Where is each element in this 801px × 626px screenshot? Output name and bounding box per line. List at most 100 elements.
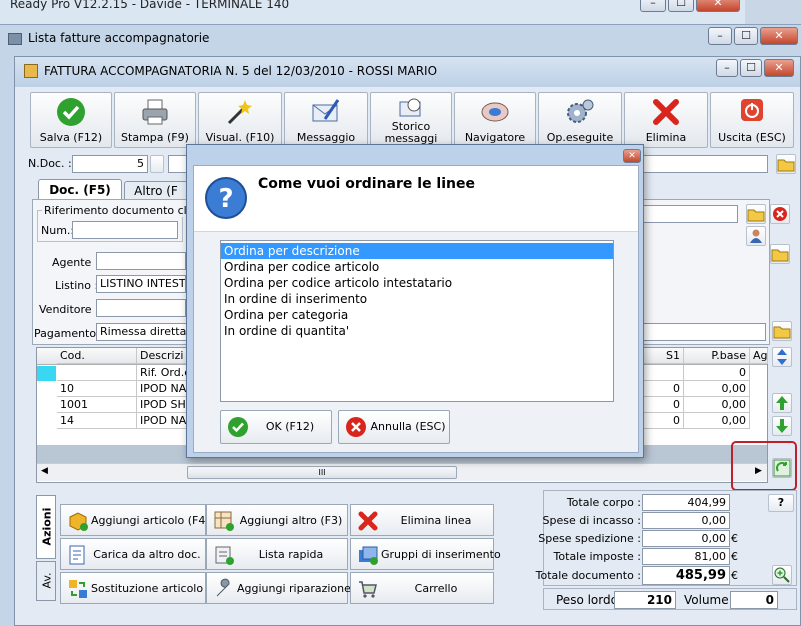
invoice-minimize-button[interactable]: –	[716, 59, 738, 77]
add-other-icon	[214, 511, 234, 531]
volume-value: 0	[730, 591, 778, 609]
table-row-3-cod[interactable]: 14	[57, 413, 137, 429]
table-row-0-pbase[interactable]: 0	[684, 365, 750, 381]
exit-button[interactable]: Uscita (ESC)	[710, 92, 794, 148]
move-down-button[interactable]	[772, 416, 792, 436]
message-button[interactable]: Messaggio	[284, 92, 368, 148]
compass-icon	[481, 102, 509, 122]
invoice-maximize-button[interactable]: ☐	[740, 59, 762, 77]
dialog-cancel-button[interactable]: Annulla (ESC)	[338, 410, 450, 444]
collection-fees-value[interactable]: 0,00	[642, 512, 730, 529]
riferimento-folder-button[interactable]	[746, 204, 766, 224]
grid-header-s1[interactable]: S1	[640, 348, 684, 364]
table-row-2-cod[interactable]: 1001	[57, 397, 137, 413]
insert-groups-button[interactable]: Gruppi di inserimento	[350, 538, 501, 570]
app-minimize-button[interactable]: –	[640, 0, 666, 12]
sort-option-quantity[interactable]: In ordine di quantita'	[221, 323, 613, 339]
move-up-button[interactable]	[772, 393, 792, 413]
table-row-3-s1[interactable]: 0	[640, 413, 684, 429]
dialog-close-button[interactable]: ✕	[623, 149, 641, 163]
message-history-button[interactable]: Storico messaggi	[370, 92, 452, 148]
num-field[interactable]	[72, 221, 178, 239]
delete-line-button[interactable]: Elimina linea	[350, 504, 494, 536]
add-article-button[interactable]: Aggiungi articolo (F4)	[60, 504, 210, 536]
riferimento-right-field[interactable]	[642, 205, 738, 223]
load-from-doc-button[interactable]: Carica da altro doc.	[60, 538, 206, 570]
grid-header-pbase[interactable]: P.base	[684, 348, 750, 364]
scroll-left-arrow[interactable]: ◀	[41, 466, 48, 476]
volume-label: Volume :	[684, 593, 737, 607]
grid-scroll-thumb[interactable]: III	[187, 466, 457, 479]
shipping-fees-value[interactable]: 0,00	[642, 530, 730, 547]
table-row-2-pbase[interactable]: 0,00	[684, 397, 750, 413]
cart-button[interactable]: Carrello	[350, 572, 494, 604]
ndoc-right-field[interactable]	[642, 155, 768, 173]
reorder-lines-button[interactable]	[772, 458, 792, 478]
sort-option-description[interactable]: Ordina per descrizione	[221, 243, 613, 259]
table-row-0-s1[interactable]	[640, 365, 684, 381]
totals-zoom-button[interactable]	[772, 565, 792, 585]
tab-av[interactable]: Av.	[36, 561, 56, 601]
listino-field[interactable]: LISTINO INTESTA	[96, 275, 186, 293]
header-folder-button[interactable]	[776, 154, 796, 174]
table-row-1-pbase[interactable]: 0,00	[684, 381, 750, 397]
table-row-0-cod[interactable]	[57, 365, 137, 381]
table-row-1-cod[interactable]: 10	[57, 381, 137, 397]
grid-header-ag[interactable]: Ag	[750, 348, 768, 364]
sort-option-holder-article-code[interactable]: Ordina per codice articolo intestatario	[221, 275, 613, 291]
grid-header-descr[interactable]: Descrizi	[137, 348, 187, 364]
list-close-button[interactable]: ✕	[760, 27, 798, 45]
ndoc-field[interactable]: 5	[72, 155, 148, 173]
list-minimize-button[interactable]: –	[708, 27, 732, 45]
preview-button[interactable]: Visual. (F10)	[198, 92, 282, 148]
table-row-3-pbase[interactable]: 0,00	[684, 413, 750, 429]
quick-list-icon	[215, 546, 234, 565]
replace-article-button[interactable]: Sostituzione articolo	[60, 572, 206, 604]
table-row-1-descr[interactable]: IPOD NA	[137, 381, 187, 397]
pagamento-folder-button[interactable]	[772, 321, 792, 341]
tab-doc[interactable]: Doc. (F5)	[38, 179, 122, 200]
sort-option-article-code[interactable]: Ordina per codice articolo	[221, 259, 613, 275]
app-close-button[interactable]: ✕	[696, 0, 740, 12]
riferimento-clear-button[interactable]	[770, 204, 790, 224]
sort-option-insertion-order[interactable]: In ordine di inserimento	[221, 291, 613, 307]
operations-button[interactable]: Op.eseguite	[538, 92, 622, 148]
sort-option-category[interactable]: Ordina per categoria	[221, 307, 613, 323]
tab-azioni[interactable]: Azioni	[36, 495, 56, 559]
sort-lines-button[interactable]	[772, 347, 792, 367]
tab-altro[interactable]: Altro (F	[124, 181, 188, 200]
num-label: Num.:	[41, 224, 75, 237]
agente-field[interactable]	[96, 252, 186, 270]
folder-icon	[773, 326, 791, 339]
grid-hscrollbar[interactable]: ◀ III ▶	[37, 463, 767, 481]
sort-options-list[interactable]: Ordina per descrizione Ordina per codice…	[220, 240, 614, 402]
ndoc-stepper[interactable]	[150, 155, 164, 173]
app-maximize-button[interactable]: ☐	[668, 0, 694, 12]
taxes-currency: €	[731, 550, 738, 563]
table-row-2-descr[interactable]: IPOD SH	[137, 397, 187, 413]
agente-folder-button[interactable]	[770, 244, 790, 264]
ndoc-extra-field[interactable]	[168, 155, 188, 173]
table-row-0-descr[interactable]: Rif. Ord.c	[137, 365, 187, 381]
folder-icon	[777, 159, 795, 172]
add-repair-button[interactable]: Aggiungi riparazione	[206, 572, 351, 604]
grid-header-cod[interactable]: Cod.	[57, 348, 137, 364]
table-row-3-descr[interactable]: IPOD NA	[137, 413, 187, 429]
list-maximize-button[interactable]: ☐	[734, 27, 758, 45]
customer-card-button[interactable]	[746, 226, 766, 246]
add-other-button[interactable]: Aggiungi altro (F3)	[206, 504, 348, 536]
ok-check-icon	[228, 417, 248, 437]
delete-button[interactable]: Elimina	[624, 92, 708, 148]
add-repair-label: Aggiungi riparazione	[237, 582, 351, 595]
quick-list-button[interactable]: Lista rapida	[206, 538, 348, 570]
print-button[interactable]: Stampa (F9)	[114, 92, 196, 148]
wrench-icon	[216, 578, 230, 597]
totals-help-button[interactable]: ?	[768, 494, 794, 512]
navigator-button[interactable]: Navigatore	[454, 92, 536, 148]
invoice-close-button[interactable]: ✕	[764, 59, 794, 77]
dialog-ok-button[interactable]: OK (F12)	[220, 410, 332, 444]
table-row-1-s1[interactable]: 0	[640, 381, 684, 397]
save-button[interactable]: Salva (F12)	[30, 92, 112, 148]
venditore-field[interactable]	[96, 299, 186, 317]
table-row-2-s1[interactable]: 0	[640, 397, 684, 413]
